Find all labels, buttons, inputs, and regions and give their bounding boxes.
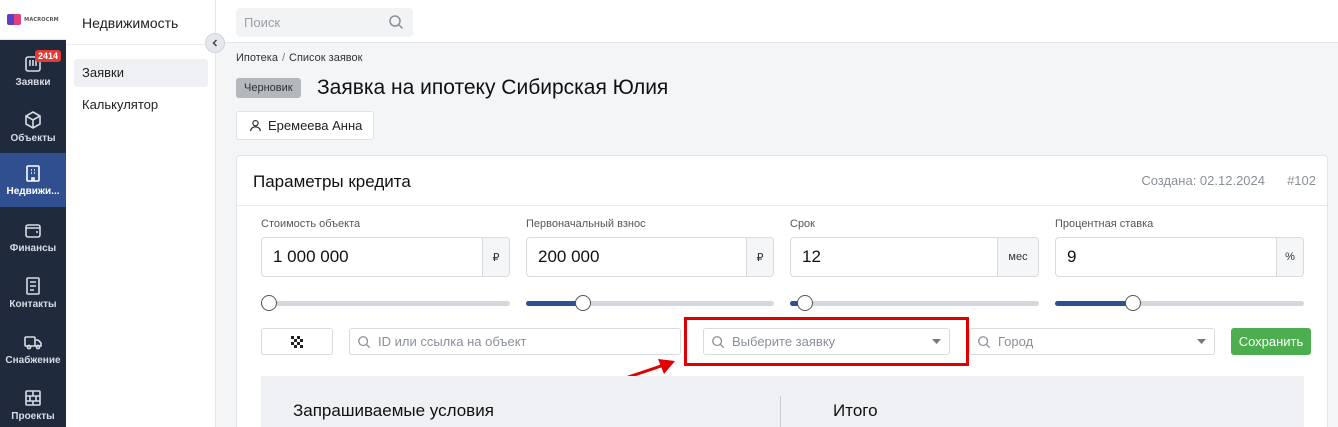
term-slider[interactable] xyxy=(790,295,1039,311)
wallet-icon xyxy=(25,224,41,238)
breadcrumb-separator: / xyxy=(281,52,286,64)
user-icon xyxy=(250,119,261,132)
city-select-placeholder: Город xyxy=(998,334,1034,349)
term-value[interactable]: 12 xyxy=(791,238,997,276)
percent-unit: % xyxy=(1276,238,1303,276)
search-icon[interactable] xyxy=(388,14,404,30)
breadcrumb-mortgage-link[interactable]: Ипотека xyxy=(236,52,278,64)
building-icon xyxy=(26,165,40,182)
object-search-placeholder: ID или ссылка на объект xyxy=(378,334,527,349)
page-title: Заявка на ипотеку Сибирская Юлия xyxy=(317,76,669,99)
slider-handle[interactable] xyxy=(574,295,591,311)
months-unit: мес xyxy=(997,238,1038,276)
section-sidebar: Недвижимость Заявки Калькулятор xyxy=(66,0,216,427)
slider-handle[interactable] xyxy=(1124,295,1141,311)
rail-item-label: Проекты xyxy=(11,411,55,422)
requested-conditions-title: Запрашиваемые условия xyxy=(293,401,494,420)
rail-item-label: Заявки xyxy=(15,77,51,88)
brick-wall-icon xyxy=(25,390,41,406)
requests-count-badge: 2414 xyxy=(35,50,62,62)
breadcrumb: Ипотека / Список заявок xyxy=(236,52,362,64)
cube-icon xyxy=(25,111,41,129)
rail-item-label: Контакты xyxy=(9,299,57,310)
summary-panel: Запрашиваемые условия Итого xyxy=(261,376,1304,427)
chevron-left-icon xyxy=(212,39,218,47)
summary-divider xyxy=(780,396,781,427)
term-label: Срок xyxy=(790,218,815,230)
rail-item-objects[interactable]: Объекты xyxy=(0,100,66,154)
property-cost-label: Стоимость объекта xyxy=(261,218,361,230)
checkerboard-icon xyxy=(291,335,303,348)
main-rail: MACROCRM 2414 Заявки Объекты Недвижи... … xyxy=(0,0,66,427)
slider-handle[interactable] xyxy=(261,295,277,311)
contacts-book-icon xyxy=(26,277,40,295)
card-title: Параметры кредита xyxy=(253,172,411,191)
collapse-sidebar-button[interactable] xyxy=(205,33,225,53)
app-logo[interactable]: MACROCRM xyxy=(0,0,66,40)
status-badge: Черновик xyxy=(236,78,301,98)
interest-rate-field[interactable]: 9 % xyxy=(1055,237,1304,277)
global-search xyxy=(236,8,413,37)
manager-name: Еремеева Анна xyxy=(268,118,363,133)
total-title: Итого xyxy=(833,401,878,420)
breadcrumb-requests-list-link[interactable]: Список заявок xyxy=(289,52,362,64)
rail-item-finance[interactable]: Финансы xyxy=(0,210,66,264)
rail-item-label: Финансы xyxy=(9,243,57,254)
search-icon xyxy=(978,335,991,348)
highlight-box xyxy=(684,317,969,366)
term-field[interactable]: 12 мес xyxy=(790,237,1039,277)
responsible-manager-button[interactable]: Еремеева Анна xyxy=(236,111,375,140)
sidebar-item-requests[interactable]: Заявки xyxy=(74,59,208,87)
sidebar-item-calculator[interactable]: Калькулятор xyxy=(74,91,208,119)
rail-item-contacts[interactable]: Контакты xyxy=(0,266,66,320)
search-input[interactable] xyxy=(236,8,376,37)
down-payment-value[interactable]: 200 000 xyxy=(527,238,746,276)
slider-fill xyxy=(1055,301,1133,306)
top-bar xyxy=(216,0,1338,43)
interest-rate-value[interactable]: 9 xyxy=(1056,238,1276,276)
rail-item-supply[interactable]: Снабжение xyxy=(0,322,66,376)
search-icon xyxy=(358,335,371,348)
slider-track xyxy=(790,301,1039,306)
logo-mark-icon xyxy=(7,14,22,25)
property-cost-field[interactable]: 1 000 000 ₽ xyxy=(261,237,510,277)
save-button[interactable]: Сохранить xyxy=(1231,328,1311,355)
rail-item-label: Объекты xyxy=(10,133,56,144)
slider-handle[interactable] xyxy=(796,295,813,311)
rail-item-projects[interactable]: Проекты xyxy=(0,378,66,427)
down-payment-field[interactable]: 200 000 ₽ xyxy=(526,237,774,277)
down-payment-label: Первоначальный взнос xyxy=(526,218,646,230)
currency-unit: ₽ xyxy=(482,238,509,276)
interest-rate-label: Процентная ставка xyxy=(1055,218,1154,230)
city-select[interactable]: Город xyxy=(969,328,1215,355)
rail-item-label: Недвижи... xyxy=(6,186,60,197)
slider-track xyxy=(261,301,510,306)
rail-item-label: Снабжение xyxy=(5,355,61,366)
logo-text: MACROCRM xyxy=(24,16,59,23)
qr-code-button[interactable] xyxy=(261,328,333,355)
property-cost-slider[interactable] xyxy=(261,295,510,311)
card-header: Параметры кредита Создана: 02.12.2024 #1… xyxy=(237,156,1327,206)
object-search-field[interactable]: ID или ссылка на объект xyxy=(349,328,681,355)
rail-item-realty[interactable]: Недвижи... xyxy=(0,153,66,207)
sidebar-divider xyxy=(66,44,216,45)
created-date: Создана: 02.12.2024 xyxy=(1141,173,1265,188)
currency-unit: ₽ xyxy=(746,238,773,276)
request-number: #102 xyxy=(1287,173,1316,188)
property-cost-value[interactable]: 1 000 000 xyxy=(262,238,482,276)
down-payment-slider[interactable] xyxy=(526,295,774,311)
rail-item-requests[interactable]: 2414 Заявки xyxy=(0,44,66,98)
caret-down-icon xyxy=(1196,339,1206,344)
truck-icon xyxy=(24,336,42,350)
interest-rate-slider[interactable] xyxy=(1055,295,1304,311)
sidebar-title: Недвижимость xyxy=(82,15,179,31)
